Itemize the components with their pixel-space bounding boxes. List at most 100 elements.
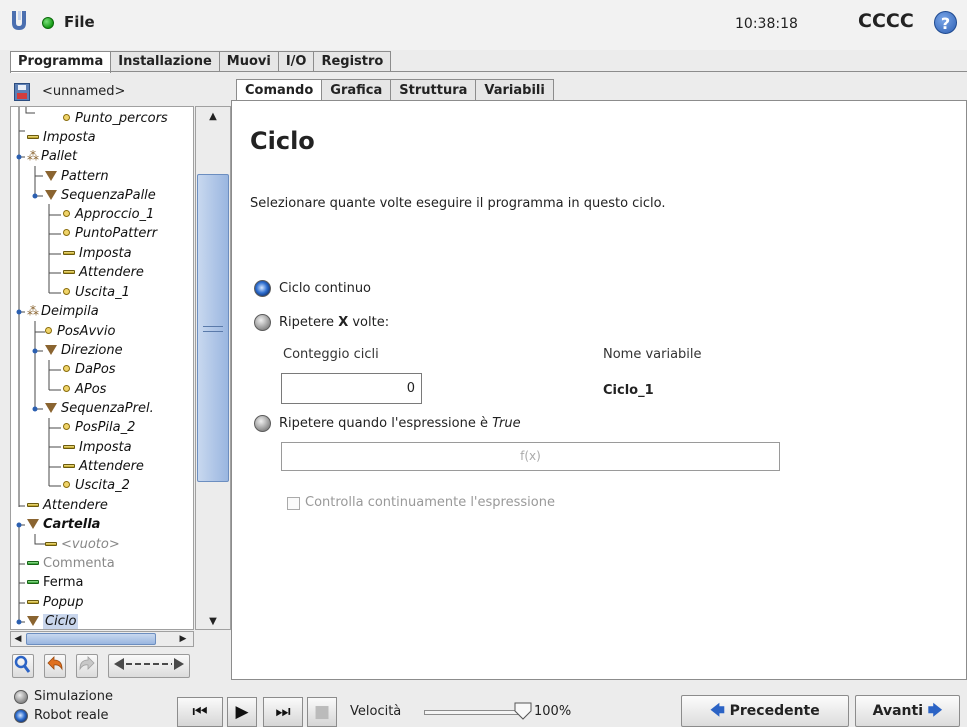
variable-name-label: Nome variabile <box>603 347 702 362</box>
tree-node[interactable]: SequenzaPalle <box>45 186 156 205</box>
tree-node[interactable]: ⁂ Pallet <box>27 147 77 166</box>
loop-count-input[interactable]: 0 <box>281 373 422 404</box>
move-node-icon[interactable] <box>108 654 190 678</box>
radio-continuous-label[interactable]: Ciclo continuo <box>279 281 371 296</box>
program-name: <unnamed> <box>42 84 126 99</box>
scroll-down-icon[interactable]: ▼ <box>198 614 228 630</box>
set-icon <box>63 250 75 255</box>
tree-node[interactable]: <vuoto> <box>45 535 120 554</box>
radio-repeat-expression[interactable] <box>254 415 271 432</box>
play-icon[interactable]: ▶ <box>227 697 257 727</box>
radio-continuous[interactable] <box>254 280 271 297</box>
continuous-check-checkbox[interactable] <box>287 497 300 510</box>
popup-icon <box>27 599 39 604</box>
arrow-right-icon: 🡆 <box>927 703 943 719</box>
waypoint-icon <box>63 210 70 217</box>
tab-io[interactable]: I/O <box>277 51 315 72</box>
tab-registro[interactable]: Registro <box>313 51 392 72</box>
waypoint-icon <box>45 327 52 334</box>
speed-slider-knob[interactable] <box>514 702 532 720</box>
continuous-check-label[interactable]: Controlla continuamente l'espressione <box>305 495 555 510</box>
tree-node[interactable]: Punto_percors <box>63 109 168 128</box>
tree-node[interactable]: Attendere <box>63 457 144 476</box>
radio-repeat-expression-label[interactable]: Ripetere quando l'espressione è True <box>279 416 521 431</box>
speed-label: Velocità <box>350 704 402 719</box>
tab-struttura[interactable]: Struttura <box>390 79 477 101</box>
save-icon[interactable] <box>14 83 30 101</box>
simulation-label[interactable]: Simulazione <box>34 689 113 704</box>
set-icon <box>27 134 39 139</box>
radio-simulation[interactable] <box>14 690 28 704</box>
tree-node[interactable]: Direzione <box>45 341 123 360</box>
real-robot-label[interactable]: Robot reale <box>34 708 108 723</box>
folder-icon <box>45 344 57 355</box>
robot-name: CCCC <box>858 10 914 32</box>
tree-node[interactable]: Attendere <box>63 263 144 282</box>
main-tabs: Programma Installazione Muovi I/O Regist… <box>10 51 392 73</box>
search-icon[interactable] <box>12 654 34 678</box>
waypoint-icon <box>63 365 70 372</box>
tree-node[interactable]: Popup <box>27 593 84 612</box>
tree-node[interactable]: APos <box>63 380 106 399</box>
tab-muovi[interactable]: Muovi <box>218 51 279 72</box>
tree-node[interactable]: Ferma <box>27 573 84 592</box>
scroll-up-icon[interactable]: ▲ <box>198 109 228 125</box>
arrow-left-icon: 🡄 <box>710 703 725 719</box>
help-icon[interactable]: ? <box>934 11 957 34</box>
description-text: Selezionare quante volte eseguire il pro… <box>250 196 666 211</box>
tree-node[interactable]: DaPos <box>63 360 116 379</box>
speed-value: 100% <box>534 704 572 719</box>
tree-node[interactable]: Pattern <box>45 167 109 186</box>
tree-node[interactable]: Imposta <box>63 438 132 457</box>
previous-button[interactable]: 🡄 Precedente <box>681 695 849 727</box>
tree-node-selected[interactable]: Ciclo <box>27 612 79 629</box>
scroll-left-icon[interactable]: ◀ <box>12 632 24 646</box>
tab-variabili[interactable]: Variabili <box>475 79 554 101</box>
wait-icon <box>27 502 39 507</box>
tab-comando[interactable]: Comando <box>236 79 323 101</box>
tab-divider <box>10 71 967 72</box>
waypoint-icon <box>63 423 70 430</box>
tree-node[interactable]: Commenta <box>27 554 115 573</box>
tree-node[interactable]: Uscita_1 <box>63 283 130 302</box>
next-button[interactable]: Avanti 🡆 <box>855 695 960 727</box>
pallet-icon: ⁂ <box>27 149 39 163</box>
tree-node[interactable]: Attendere <box>27 496 108 515</box>
folder-icon <box>45 189 57 200</box>
halt-icon <box>27 579 39 584</box>
tree-node[interactable]: PosAvvio <box>45 322 115 341</box>
tab-installazione[interactable]: Installazione <box>110 51 220 72</box>
robot-status-icon[interactable] <box>42 17 54 29</box>
program-tree[interactable]: Punto_percors Imposta ⁂ Pallet Pattern Se… <box>10 106 194 630</box>
waypoint-icon <box>63 114 70 121</box>
undo-icon[interactable] <box>44 654 66 678</box>
empty-icon <box>45 541 57 546</box>
radio-real-robot[interactable] <box>14 709 28 723</box>
expression-input[interactable]: f(x) <box>281 442 780 471</box>
speed-slider-track[interactable] <box>424 710 520 715</box>
tree-node[interactable]: ⁂ Deimpila <box>27 302 99 321</box>
comment-icon <box>27 560 39 565</box>
top-bar <box>0 0 967 50</box>
file-menu[interactable]: File <box>64 13 95 31</box>
wait-icon <box>63 269 75 274</box>
tree-node[interactable]: Approccio_1 <box>63 205 154 224</box>
tree-node[interactable]: Uscita_2 <box>63 476 130 495</box>
horizontal-scroll-thumb[interactable] <box>26 633 156 645</box>
tree-node[interactable]: Cartella <box>27 515 100 534</box>
tab-grafica[interactable]: Grafica <box>321 79 392 101</box>
radio-repeat-x[interactable] <box>254 314 271 331</box>
rewind-icon[interactable]: ⏮ <box>177 697 223 727</box>
scroll-right-icon[interactable]: ▶ <box>176 632 190 646</box>
tree-node[interactable]: PuntoPatterr <box>63 224 157 243</box>
waypoint-icon <box>63 288 70 295</box>
folder-icon <box>45 170 57 181</box>
tree-node[interactable]: PosPila_2 <box>63 418 135 437</box>
radio-repeat-x-label[interactable]: Ripetere X volte: <box>279 315 389 330</box>
tree-node[interactable]: Imposta <box>27 128 96 147</box>
tab-programma[interactable]: Programma <box>10 51 112 73</box>
tree-node[interactable]: Imposta <box>63 244 132 263</box>
step-icon[interactable]: ⏭ <box>263 697 303 727</box>
set-icon <box>63 444 75 449</box>
tree-node[interactable]: SequenzaPrel. <box>45 399 154 418</box>
